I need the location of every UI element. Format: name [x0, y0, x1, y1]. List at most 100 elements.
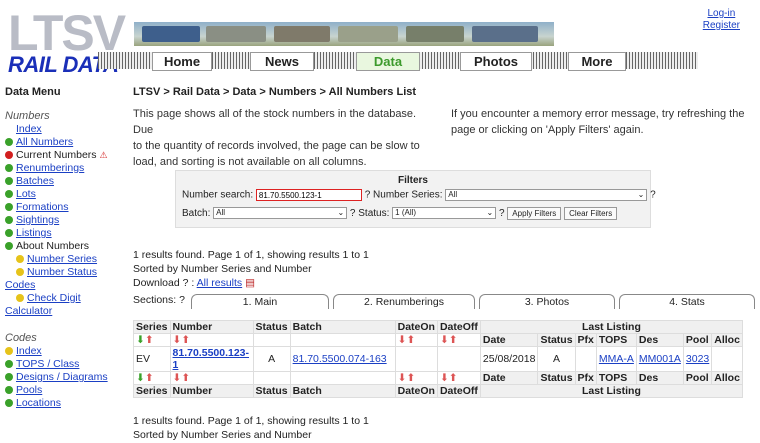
des-link[interactable]: MM001A — [639, 353, 681, 365]
help-icon[interactable]: ? — [650, 190, 656, 201]
nav-news[interactable]: News — [250, 52, 314, 71]
nav-more[interactable]: More — [568, 52, 626, 71]
batch-link[interactable]: 81.70.5500.074-163 — [293, 353, 387, 365]
sidebar-link-formations[interactable]: Formations — [16, 201, 69, 213]
col-header-dateon[interactable]: DateOn — [394, 320, 438, 334]
sidebar-link-tops-class[interactable]: TOPS / Class — [16, 358, 79, 370]
sort-arrows[interactable]: ⬇⬆ — [133, 371, 171, 385]
sort-arrows[interactable]: ⬇⬆ — [394, 333, 438, 347]
sidebar-link-sightings[interactable]: Sightings — [16, 214, 59, 226]
download-all-link[interactable]: All results — [197, 277, 243, 289]
sort-down-icon[interactable]: ⬇ — [136, 334, 145, 346]
filter-row-2: Batch: All ⌄ ? Status: 1 (All) ⌄ ? Apply F… — [182, 207, 618, 220]
sidebar-link-calculator[interactable]: Calculator — [5, 305, 52, 317]
number-search-input[interactable] — [255, 189, 362, 201]
sidebar-link-pools[interactable]: Pools — [16, 384, 42, 396]
sort-up-icon[interactable]: ⬆ — [449, 334, 458, 346]
sort-up-icon[interactable]: ⬆ — [181, 334, 190, 346]
login-link[interactable]: Log-in — [703, 8, 740, 20]
sidebar-item-number-series[interactable]: Number Series — [0, 253, 124, 266]
number-series-select[interactable]: All ⌄ — [445, 189, 648, 201]
sub-header-alloc: Alloc — [711, 371, 743, 385]
sort-up-icon[interactable]: ⬆ — [406, 334, 415, 346]
sort-arrows[interactable]: ⬇⬆ — [436, 333, 481, 347]
sidebar-link-codes[interactable]: Codes — [5, 279, 35, 291]
sidebar-link-number-status[interactable]: Number Status — [27, 266, 97, 278]
register-link[interactable]: Register — [703, 20, 740, 32]
sidebar-item-locations[interactable]: Locations — [0, 397, 124, 410]
sidebar-link-number-series[interactable]: Number Series — [27, 253, 97, 265]
sidebar-item-formations[interactable]: Formations — [0, 201, 124, 214]
pool-link[interactable]: 3023 — [686, 353, 709, 365]
sidebar-item-codes-index[interactable]: Index — [0, 345, 124, 358]
col-footer-number[interactable]: Number — [169, 384, 254, 398]
col-footer-dateon[interactable]: DateOn — [394, 384, 438, 398]
nav-home[interactable]: Home — [152, 52, 212, 71]
sidebar-item-codes-link[interactable]: Codes — [0, 279, 124, 292]
sidebar-item-index[interactable]: Index — [0, 123, 124, 136]
sidebar-item-number-status[interactable]: Number Status — [0, 266, 124, 279]
sidebar-link-listings[interactable]: Listings — [16, 227, 52, 239]
sort-down-icon[interactable]: ⬇ — [136, 372, 145, 384]
tops-link[interactable]: MMA-A — [599, 353, 634, 365]
sort-up-icon[interactable]: ⬆ — [181, 372, 190, 384]
status-select[interactable]: 1 (All) ⌄ — [392, 207, 497, 220]
sort-arrows-empty — [289, 371, 396, 385]
sidebar-item-lots[interactable]: Lots — [0, 188, 124, 201]
sidebar-link-codes-index[interactable]: Index — [16, 345, 42, 357]
col-footer-dateoff[interactable]: DateOff — [436, 384, 481, 398]
tab-stats[interactable]: 4. Stats — [619, 294, 755, 309]
tab-main[interactable]: 1. Main — [191, 294, 329, 309]
help-icon[interactable]: ? — [499, 208, 505, 219]
sidebar-link-check-digit[interactable]: Check Digit — [27, 292, 81, 304]
sort-up-icon[interactable]: ⬆ — [145, 372, 154, 384]
col-header-number[interactable]: Number — [169, 320, 254, 334]
sidebar-item-current-numbers[interactable]: Current Numbers ⚠ — [0, 149, 124, 162]
sidebar-link-designs[interactable]: Designs / Diagrams — [16, 371, 108, 383]
col-header-dateoff[interactable]: DateOff — [436, 320, 481, 334]
clear-filters-button[interactable]: Clear Filters — [564, 207, 618, 220]
sort-up-icon[interactable]: ⬆ — [449, 372, 458, 384]
green-dot-icon — [5, 242, 13, 250]
batch-select[interactable]: All ⌄ — [213, 207, 348, 220]
sidebar-link-batches[interactable]: Batches — [16, 175, 54, 187]
sidebar-link-lots[interactable]: Lots — [16, 188, 36, 200]
nav-data[interactable]: Data — [356, 52, 420, 71]
tab-renumberings[interactable]: 2. Renumberings — [333, 294, 475, 309]
tab-photos[interactable]: 3. Photos — [479, 294, 615, 309]
sort-down-icon[interactable]: ⬇ — [440, 334, 449, 346]
sidebar-item-about-numbers[interactable]: About Numbers — [0, 240, 124, 253]
col-header-status[interactable]: Status — [252, 320, 291, 334]
col-footer-batch[interactable]: Batch — [289, 384, 396, 398]
sidebar-item-listings[interactable]: Listings — [0, 227, 124, 240]
sidebar-link-locations[interactable]: Locations — [16, 397, 61, 409]
red-dot-icon — [5, 151, 13, 159]
sort-arrows[interactable]: ⬇⬆ — [169, 371, 254, 385]
sidebar-item-renumberings[interactable]: Renumberings — [0, 162, 124, 175]
sort-arrows[interactable]: ⬇⬆ — [169, 333, 254, 347]
apply-filters-button[interactable]: Apply Filters — [507, 207, 562, 220]
sidebar-item-designs[interactable]: Designs / Diagrams — [0, 371, 124, 384]
col-header-batch[interactable]: Batch — [289, 320, 396, 334]
col-footer-series[interactable]: Series — [133, 384, 171, 398]
sidebar-link-renumberings[interactable]: Renumberings — [16, 162, 84, 174]
sort-arrows[interactable]: ⬇⬆ — [133, 333, 171, 347]
number-link[interactable]: 81.70.5500.123-1 — [173, 347, 249, 371]
sidebar-link-all-numbers[interactable]: All Numbers — [16, 136, 73, 148]
sidebar-item-calculator[interactable]: Calculator — [0, 305, 124, 318]
sidebar-item-all-numbers[interactable]: All Numbers — [0, 136, 124, 149]
sidebar-item-tops-class[interactable]: TOPS / Class — [0, 358, 124, 371]
sidebar-link-index[interactable]: Index — [16, 123, 42, 135]
sort-arrows[interactable]: ⬇⬆ — [436, 371, 481, 385]
sort-up-icon[interactable]: ⬆ — [145, 334, 154, 346]
sort-down-icon[interactable]: ⬇ — [440, 372, 449, 384]
col-footer-status[interactable]: Status — [252, 384, 291, 398]
sidebar-item-batches[interactable]: Batches — [0, 175, 124, 188]
sort-up-icon[interactable]: ⬆ — [406, 372, 415, 384]
sidebar-item-sightings[interactable]: Sightings — [0, 214, 124, 227]
sort-arrows[interactable]: ⬇⬆ — [394, 371, 438, 385]
nav-photos[interactable]: Photos — [460, 52, 532, 71]
sidebar-item-pools[interactable]: Pools — [0, 384, 124, 397]
col-header-series[interactable]: Series — [133, 320, 171, 334]
sidebar-item-check-digit[interactable]: Check Digit — [0, 292, 124, 305]
